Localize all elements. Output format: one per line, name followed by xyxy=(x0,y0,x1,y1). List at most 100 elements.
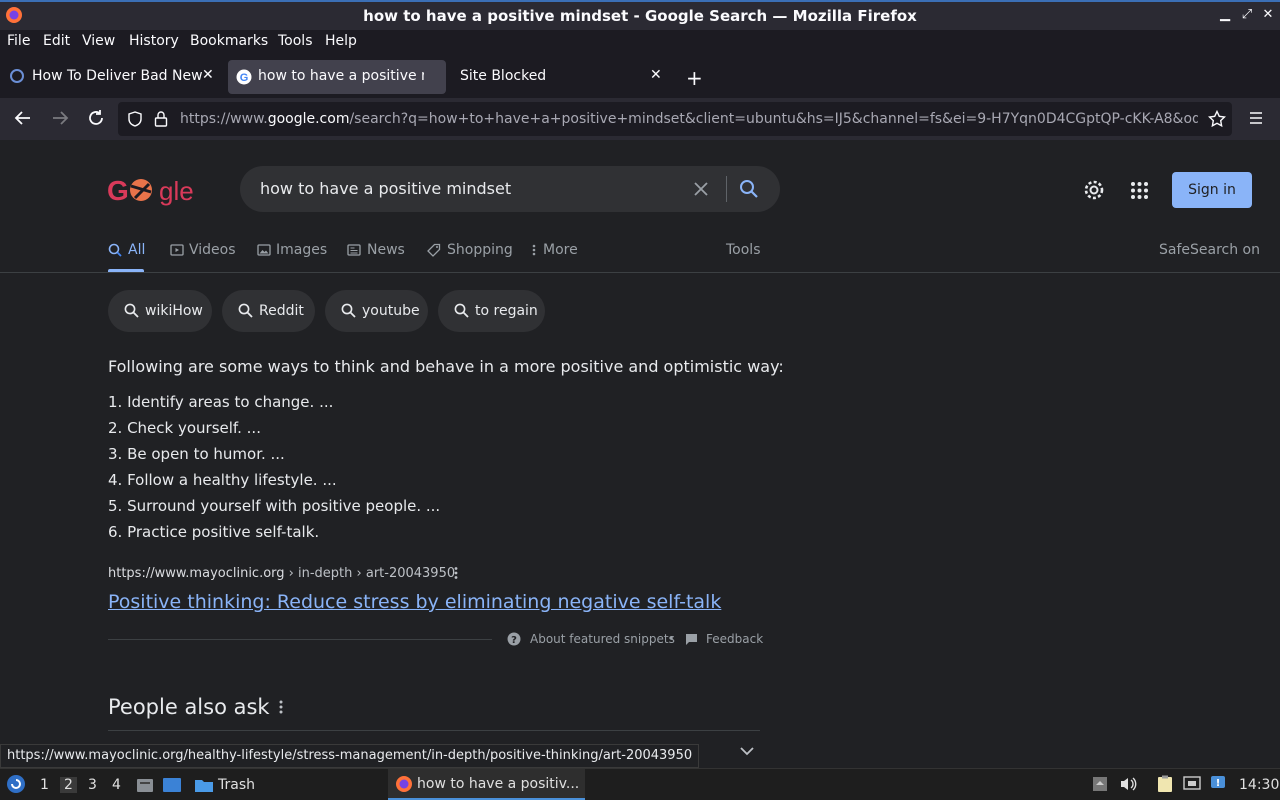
search-box[interactable]: how to have a positive mindset xyxy=(240,166,780,212)
list-item: 1. Identify areas to change. ... xyxy=(108,393,334,411)
window-title: how to have a positive mindset - Google … xyxy=(363,7,917,25)
show-desktop-icon[interactable] xyxy=(162,777,182,793)
tab-label: Shopping xyxy=(447,242,513,258)
tab-label: More xyxy=(543,242,578,258)
reload-icon[interactable] xyxy=(87,109,105,127)
close-window-icon[interactable]: ✕ xyxy=(1259,6,1277,24)
tab-all[interactable]: All xyxy=(108,242,145,258)
workspace-1[interactable]: 1 xyxy=(40,777,49,793)
clipboard-icon[interactable] xyxy=(1157,775,1173,793)
result-breadcrumb[interactable]: https://www.mayoclinic.org › in-depth › … xyxy=(108,566,455,581)
taskbar-firefox-task[interactable]: how to have a positiv... xyxy=(388,769,585,800)
url-text[interactable]: https://www.google.com/search?q=how+to+h… xyxy=(180,111,1198,127)
tab-strip: How To Deliver Bad News ✕ G how to have … xyxy=(0,56,1280,98)
notification-icon[interactable]: ! xyxy=(1210,775,1226,791)
vertical-dots-icon xyxy=(530,243,538,257)
sign-in-button[interactable]: Sign in xyxy=(1172,172,1252,208)
apps-grid-icon[interactable] xyxy=(1131,182,1148,199)
tab-site-blocked[interactable]: Site Blocked ✕ xyxy=(450,60,672,94)
back-arrow-icon[interactable] xyxy=(14,109,32,127)
dot-separator: • xyxy=(668,632,675,645)
result-title-link[interactable]: Positive thinking: Reduce stress by elim… xyxy=(108,591,721,613)
trash-folder-icon[interactable] xyxy=(194,777,214,793)
search-icon xyxy=(341,303,356,318)
tab-news[interactable]: News xyxy=(347,242,405,258)
clear-search-icon[interactable] xyxy=(692,180,710,198)
hamburger-menu-icon[interactable] xyxy=(1248,110,1264,126)
workspace-2[interactable]: 2 xyxy=(60,777,77,793)
tab-bad-news[interactable]: How To Deliver Bad News ✕ xyxy=(2,60,224,94)
google-results-page: G gle how to have a positive mindset Sig… xyxy=(0,140,1280,768)
help-circle-icon: ? xyxy=(507,632,521,646)
network-icon[interactable] xyxy=(1183,776,1201,792)
tab-more[interactable]: More xyxy=(530,242,578,258)
list-item: 5. Surround yourself with positive peopl… xyxy=(108,497,441,515)
news-icon xyxy=(347,243,361,257)
tab-shopping[interactable]: Shopping xyxy=(427,242,513,258)
navigation-toolbar: https://www.google.com/search?q=how+to+h… xyxy=(0,98,1280,140)
file-manager-icon[interactable] xyxy=(136,777,154,793)
menu-tools[interactable]: Tools xyxy=(278,33,313,49)
search-icon xyxy=(108,243,122,257)
desktop-taskbar: 1 2 3 4 Trash how to have a positiv... !… xyxy=(0,768,1280,800)
chip-youtube[interactable]: youtube xyxy=(325,290,428,332)
tools-button[interactable]: Tools xyxy=(726,242,761,258)
tab-label: All xyxy=(128,242,146,258)
tab-close-icon[interactable]: ✕ xyxy=(202,67,214,83)
google-favicon-icon: G xyxy=(236,69,252,85)
menu-history[interactable]: History xyxy=(129,33,179,49)
search-icon xyxy=(238,303,253,318)
list-item: 3. Be open to humor. ... xyxy=(108,445,285,463)
snippet-intro: Following are some ways to think and beh… xyxy=(108,357,784,376)
tab-close-icon[interactable]: ✕ xyxy=(650,67,662,83)
tab-label: How To Deliver Bad News xyxy=(32,68,202,84)
bookmark-star-icon[interactable] xyxy=(1208,110,1226,128)
list-item: 4. Follow a healthy lifestyle. ... xyxy=(108,471,337,489)
volume-icon[interactable] xyxy=(1119,776,1137,792)
result-options-icon[interactable] xyxy=(452,566,460,580)
url-prefix: https://www. xyxy=(180,111,268,127)
tracking-shield-icon[interactable] xyxy=(127,111,143,127)
chip-wikihow[interactable]: wikiHow xyxy=(108,290,212,332)
tab-label: how to have a positive m xyxy=(258,68,424,84)
trash-label[interactable]: Trash xyxy=(218,777,255,793)
safesearch-status[interactable]: SafeSearch on xyxy=(1159,242,1260,258)
search-icon[interactable] xyxy=(739,179,759,199)
chip-reddit[interactable]: Reddit xyxy=(222,290,315,332)
settings-gear-icon[interactable] xyxy=(1083,179,1105,201)
url-bar[interactable]: https://www.google.com/search?q=how+to+h… xyxy=(118,102,1232,136)
chip-to-regain[interactable]: to regain xyxy=(438,290,545,332)
about-featured-snippets-link[interactable]: About featured snippets xyxy=(530,632,675,646)
minimize-icon[interactable]: ▁ xyxy=(1216,6,1234,24)
google-doodle-logo[interactable]: G gle xyxy=(107,172,195,208)
new-tab-plus-icon[interactable]: + xyxy=(686,66,703,90)
menu-edit[interactable]: Edit xyxy=(43,33,70,49)
image-icon xyxy=(257,243,271,257)
url-path: /search?q=how+to+have+a+positive+mindset… xyxy=(349,111,1198,127)
tab-videos[interactable]: Videos xyxy=(170,242,236,258)
chevron-down-icon[interactable] xyxy=(740,746,754,756)
tab-label: Videos xyxy=(189,242,236,258)
list-item: 2. Check yourself. ... xyxy=(108,419,261,437)
padlock-icon[interactable] xyxy=(154,110,168,128)
chip-label: wikiHow xyxy=(145,303,203,319)
feedback-link[interactable]: Feedback xyxy=(706,632,763,646)
clock[interactable]: 14:30 xyxy=(1239,777,1279,793)
workspace-4[interactable]: 4 xyxy=(112,777,121,793)
start-menu-icon[interactable] xyxy=(6,774,26,794)
paa-options-icon[interactable] xyxy=(277,699,285,715)
menu-file[interactable]: File xyxy=(7,33,30,49)
menu-view[interactable]: View xyxy=(82,33,115,49)
eject-icon[interactable] xyxy=(1092,776,1108,792)
menu-help[interactable]: Help xyxy=(325,33,357,49)
menu-bookmarks[interactable]: Bookmarks xyxy=(190,33,268,49)
forward-arrow-icon[interactable] xyxy=(51,109,69,127)
workspace-3[interactable]: 3 xyxy=(88,777,97,793)
feedback-icon xyxy=(685,633,698,645)
maximize-icon[interactable]: ⤢ xyxy=(1238,6,1256,24)
tag-icon xyxy=(427,243,441,257)
search-query[interactable]: how to have a positive mindset xyxy=(260,179,511,198)
tab-google-search[interactable]: G how to have a positive m xyxy=(228,60,446,94)
video-play-icon xyxy=(170,243,184,257)
tab-images[interactable]: Images xyxy=(257,242,327,258)
